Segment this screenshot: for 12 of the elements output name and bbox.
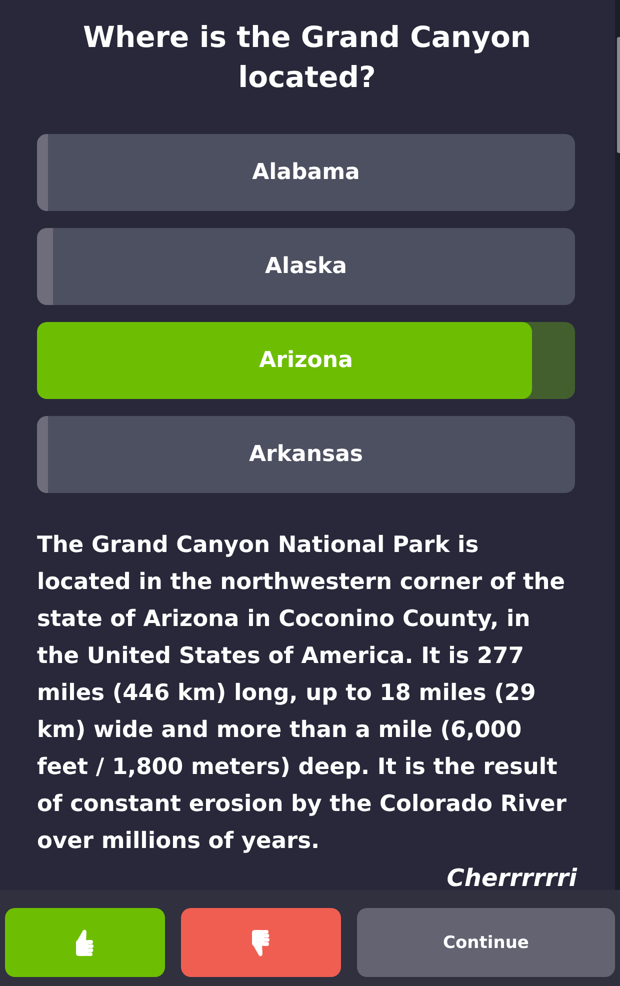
author-name: Cherrrrrri [446, 863, 577, 893]
answer-option[interactable]: Arkansas [37, 416, 575, 493]
dislike-button[interactable] [181, 908, 341, 977]
like-button[interactable] [5, 908, 165, 977]
thumbs-down-icon [251, 928, 271, 956]
answer-option[interactable]: Alabama [37, 134, 575, 211]
scrollbar-thumb[interactable] [617, 37, 620, 153]
explanation-text: The Grand Canyon National Park is located in the northwestern corner of the state of Arizona in Coconino County, in the United States of America. It is 277 miles (446 km) long, up to 18 miles (29 km) wide and more than a mile (6,000 feet / 1,800 meters) deep. It is the result of constant erosion by the Colorado River over millions of years. [37, 531, 568, 856]
thumbs-up-icon [75, 928, 95, 956]
answer-option[interactable]: Alaska [37, 228, 575, 305]
continue-button[interactable]: Continue [357, 908, 615, 977]
question-text: Where is the Grand Canyon located? [82, 19, 532, 96]
